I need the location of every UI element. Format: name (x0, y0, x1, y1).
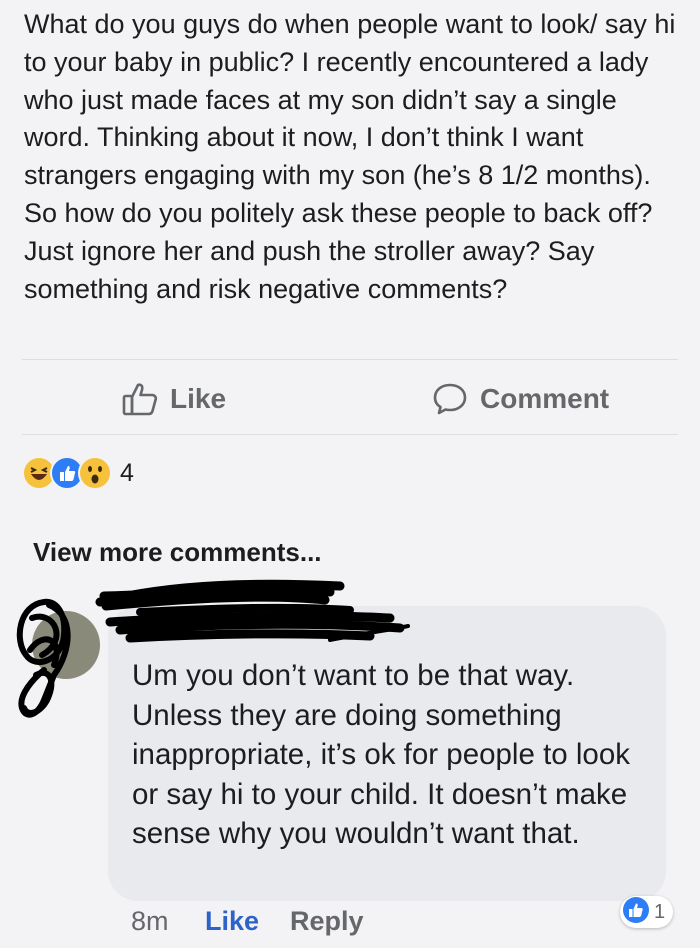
reaction-summary[interactable]: 4 (22, 456, 134, 490)
comment-reaction-count: 1 (654, 900, 666, 923)
post-text: What do you guys do when people want to … (24, 9, 676, 304)
thumbs-up-icon (122, 382, 158, 416)
like-icon (622, 896, 650, 929)
comment-button[interactable]: Comment (432, 382, 609, 416)
reaction-count: 4 (120, 458, 134, 487)
comment-text: Um you don’t want to be that way. Unless… (132, 659, 630, 850)
divider-bottom (22, 434, 678, 435)
comment-reply-button[interactable]: Reply (290, 906, 364, 937)
post-action-bar: Like Comment (0, 362, 700, 434)
like-label: Like (170, 383, 227, 414)
wow-icon (78, 456, 112, 490)
comment-label: Comment (480, 383, 610, 414)
speech-bubble-icon (432, 382, 468, 416)
comment-timestamp: 8m (131, 906, 169, 936)
comment-like-button[interactable]: Like (205, 906, 259, 937)
divider-top (22, 359, 678, 360)
like-button[interactable]: Like (122, 382, 226, 416)
redacted-commenter-name (90, 574, 420, 669)
view-more-comments-link[interactable]: View more comments... (33, 537, 322, 568)
comment-reaction-badge[interactable]: 1 (620, 896, 674, 929)
